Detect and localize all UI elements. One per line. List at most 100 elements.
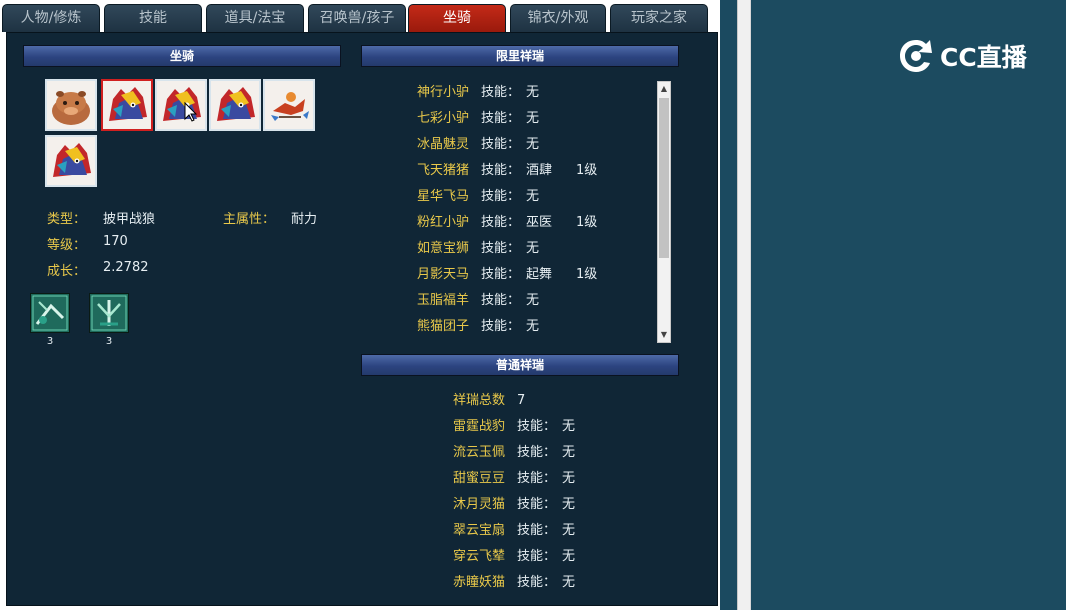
- skill-value: 酒肆: [526, 163, 553, 178]
- skill-label: 技能：: [481, 319, 521, 334]
- skill-value: 无: [562, 523, 576, 538]
- growth-label: 成长：: [47, 264, 87, 279]
- normal-row: 沐月灵猫 技能： 无: [453, 495, 575, 515]
- skill-value: 无: [562, 419, 576, 434]
- tab-skills[interactable]: 技能: [104, 4, 202, 32]
- main-attr-value: 耐力: [291, 212, 318, 227]
- limited-row: 飞天猪猪 技能： 酒肆 1级: [417, 161, 597, 181]
- type-value: 披甲战狼: [103, 212, 156, 227]
- mount-name: 如意宝狮: [417, 241, 470, 256]
- limited-row: 神行小驴 技能： 无: [417, 83, 576, 103]
- mount-name: 神行小驴: [417, 85, 470, 100]
- mount-name: 七彩小驴: [417, 111, 470, 126]
- tab-player-home[interactable]: 玩家之家: [610, 4, 708, 32]
- mount-slot[interactable]: [45, 79, 97, 131]
- mount-slot[interactable]: [209, 79, 261, 131]
- logo-text: CC直播: [940, 43, 1027, 72]
- skill-label: 技能：: [481, 111, 521, 126]
- mount-name: 沐月灵猫: [453, 497, 506, 512]
- armored-wolf-mount-icon: [157, 81, 205, 129]
- scroll-up-icon[interactable]: ▲: [658, 83, 670, 95]
- skill-value: 无: [526, 111, 540, 126]
- scroll-thumb[interactable]: [659, 98, 669, 258]
- skill-value: 无: [526, 319, 540, 334]
- skill-label: 技能：: [517, 575, 557, 590]
- mount-slot[interactable]: [155, 79, 207, 131]
- level-label: 等级：: [47, 238, 87, 253]
- mount-name: 飞天猪猪: [417, 163, 470, 178]
- skill-label: 技能：: [517, 523, 557, 538]
- game-window: 人物/修炼 技能 道具/法宝 召唤兽/孩子 坐骑 锦衣/外观 玩家之家 坐骑 类…: [0, 0, 720, 610]
- tab-pets[interactable]: 召唤兽/孩子: [308, 4, 406, 32]
- skill-label: 技能：: [481, 293, 521, 308]
- growth-value: 2.2782: [103, 260, 149, 275]
- normal-row: 赤瞳妖猫 技能： 无: [453, 573, 575, 593]
- normal-row: 穿云飞辇 技能： 无: [453, 547, 575, 567]
- skill-value: 无: [562, 575, 576, 590]
- mount-name: 玉脂福羊: [417, 293, 470, 308]
- limited-row: 星华飞马 技能： 无: [417, 187, 576, 207]
- scroll-down-icon[interactable]: ▼: [658, 329, 670, 341]
- normal-header: 普通祥瑞: [361, 354, 679, 376]
- skill-value: 无: [562, 471, 576, 486]
- type-label: 类型：: [47, 212, 87, 227]
- normal-row: 流云玉佩 技能： 无: [453, 443, 575, 463]
- bird-mount-icon: [265, 81, 313, 129]
- mount-name: 熊猫团子: [417, 319, 470, 334]
- skill-value: 无: [562, 497, 576, 512]
- limited-row: 如意宝狮 技能： 无: [417, 239, 576, 259]
- skill-value: 无: [526, 85, 540, 100]
- skill-label: 技能：: [517, 419, 557, 434]
- skill-value: 无: [562, 445, 576, 460]
- skill-label: 技能：: [481, 137, 521, 152]
- total-label: 祥瑞总数: [453, 393, 506, 408]
- tab-outfits[interactable]: 锦衣/外观: [510, 4, 606, 32]
- skill-label: 技能：: [517, 471, 557, 486]
- total-value: 7: [517, 393, 526, 408]
- mount-name: 星华飞马: [417, 189, 470, 204]
- limited-header: 限里祥瑞: [361, 45, 679, 67]
- mount-page: 坐骑 类型： 披甲战狼 主属性： 耐力 等级： 170 成长： 2.2782 3…: [6, 32, 718, 606]
- mount-name: 流云玉佩: [453, 445, 506, 460]
- skill-value: 无: [562, 549, 576, 564]
- armored-wolf-mount-icon: [211, 81, 259, 129]
- skill-label: 技能：: [481, 215, 521, 230]
- skill-label: 技能：: [481, 189, 521, 204]
- skill-value: 无: [526, 241, 540, 256]
- mount-name: 雷霆战豹: [453, 419, 506, 434]
- tab-items[interactable]: 道具/法宝: [206, 4, 304, 32]
- mount-name: 冰晶魅灵: [417, 137, 470, 152]
- skill-2-level: 3: [105, 336, 113, 347]
- limited-row: 月影天马 技能： 起舞 1级: [417, 265, 597, 285]
- limited-row: 粉红小驴 技能： 巫医 1级: [417, 213, 597, 233]
- skill-label: 技能：: [517, 445, 557, 460]
- mount-slot[interactable]: [263, 79, 315, 131]
- skill-label: 技能：: [481, 163, 521, 178]
- cc-live-logo-icon: [900, 40, 932, 72]
- mount-skill-2[interactable]: [89, 293, 129, 333]
- skill-label: 技能：: [481, 241, 521, 256]
- tab-bar: 人物/修炼 技能 道具/法宝 召唤兽/孩子 坐骑 锦衣/外观 玩家之家: [0, 4, 720, 32]
- skill-value: 无: [526, 189, 540, 204]
- limited-scrollbar[interactable]: ▲ ▼: [657, 81, 671, 343]
- side-edge: [1066, 0, 1072, 610]
- mount-slot-selected[interactable]: [101, 79, 153, 131]
- tab-character[interactable]: 人物/修炼: [2, 4, 100, 32]
- skill-level: 1级: [576, 267, 598, 282]
- mount-header: 坐骑: [23, 45, 341, 67]
- skill-level: 1级: [576, 215, 598, 230]
- skill-1-level: 3: [46, 336, 54, 347]
- skill-label: 技能：: [517, 497, 557, 512]
- skill-value: 无: [526, 137, 540, 152]
- limited-row: 玉脂福羊 技能： 无: [417, 291, 576, 311]
- normal-row: 翠云宝扇 技能： 无: [453, 521, 575, 541]
- normal-total: 祥瑞总数 7: [453, 391, 525, 411]
- tab-mounts[interactable]: 坐骑: [408, 4, 506, 32]
- cc-live-logo: CC直播: [896, 36, 1027, 76]
- limited-row: 熊猫团子 技能： 无: [417, 317, 576, 337]
- mount-skill-1[interactable]: [30, 293, 70, 333]
- stage: 人物/修炼 技能 道具/法宝 召唤兽/孩子 坐骑 锦衣/外观 玩家之家 坐骑 类…: [0, 0, 1072, 610]
- mount-slot[interactable]: [45, 135, 97, 187]
- mount-name: 粉红小驴: [417, 215, 470, 230]
- mount-skill-icon: [31, 294, 69, 332]
